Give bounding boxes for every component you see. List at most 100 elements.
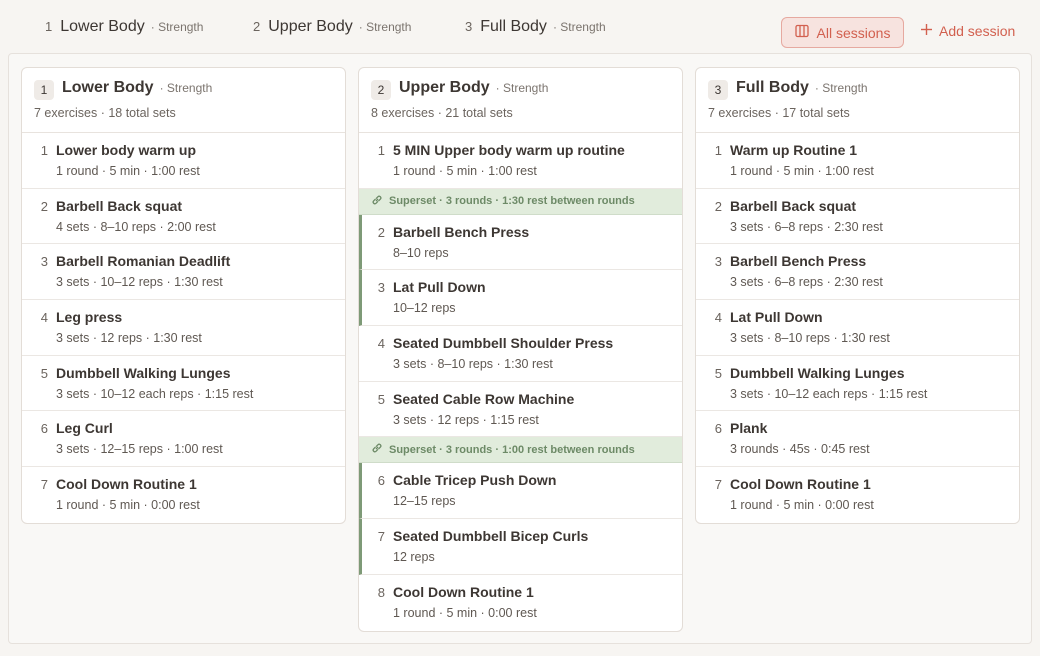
exercise-item[interactable]: 3 Barbell Romanian Deadlift 3 sets · 10–… <box>22 244 345 301</box>
session-number-badge: 3 <box>708 80 728 100</box>
exercise-item[interactable]: 1 Warm up Routine 1 1 round · 5 min · 1:… <box>696 133 1019 189</box>
superset-header[interactable]: Superset · 3 rounds · 1:00 rest between … <box>359 437 682 464</box>
exercise-number: 5 <box>714 365 722 381</box>
exercise-detail: 3 sets · 12–15 reps · 1:00 rest <box>56 442 223 457</box>
exercise-item[interactable]: 7 Cool Down Routine 1 1 round · 5 min · … <box>22 467 345 523</box>
exercise-detail: 1 round · 5 min · 1:00 rest <box>56 164 200 178</box>
session-stats: 7 exercises · 17 total sets <box>708 106 850 120</box>
exercise-number: 5 <box>377 391 385 407</box>
exercise-item[interactable]: 6 Cable Tricep Push Down 12–15 reps <box>359 463 682 520</box>
session-column-full-body: 3 Full Body · Strength 7 exercises · 17 t… <box>695 67 1020 524</box>
exercise-number: 2 <box>377 224 385 240</box>
exercise-detail: 3 sets · 10–12 each reps · 1:15 rest <box>730 386 928 401</box>
exercise-detail: 1 round · 5 min · 0:00 rest <box>56 498 200 513</box>
exercise-number: 3 <box>40 254 48 270</box>
session-tab-name: Upper Body <box>268 18 353 35</box>
exercise-number: 3 <box>377 280 385 296</box>
session-tab-lower-body[interactable]: 1 Lower Body · Strength <box>45 18 203 42</box>
exercise-number: 7 <box>377 529 385 545</box>
exercise-detail: 1 round · 5 min · 0:00 rest <box>393 605 537 620</box>
exercise-item[interactable]: 7 Seated Dumbbell Bicep Curls 12 reps <box>359 519 682 575</box>
link-icon <box>371 442 383 457</box>
all-sessions-button[interactable]: All sessions <box>781 17 904 48</box>
superset-label: Superset · 3 rounds · 1:00 rest between … <box>389 443 635 456</box>
session-tab-full-body[interactable]: 3 Full Body · Strength <box>465 18 606 42</box>
session-tab-name: Full Body <box>480 18 547 35</box>
exercise-detail: 3 sets · 10–12 reps · 1:30 rest <box>56 275 223 290</box>
exercise-item[interactable]: 5 Seated Cable Row Machine 3 sets · 12 r… <box>359 382 682 438</box>
all-sessions-label: All sessions <box>816 24 891 41</box>
exercise-name: Warm up Routine 1 <box>730 142 858 158</box>
exercise-number: 2 <box>714 198 722 214</box>
session-tab-type: · Strength <box>358 20 412 34</box>
exercise-name: Seated Dumbbell Bicep Curls <box>393 528 589 545</box>
exercise-number: 6 <box>40 421 48 437</box>
session-title-text: Upper Body <box>399 79 490 96</box>
exercise-item[interactable]: 2 Barbell Back squat 4 sets · 8–10 reps … <box>22 189 345 245</box>
exercise-name: Cable Tricep Push Down <box>393 472 557 489</box>
exercise-item[interactable]: 1 Lower body warm up 1 round · 5 min · 1… <box>22 133 345 189</box>
session-type: · Strength <box>495 81 549 95</box>
exercise-name: Lower body warm up <box>56 142 197 158</box>
exercise-name: Cool Down Routine 1 <box>393 583 534 600</box>
exercise-number: 4 <box>714 310 722 326</box>
session-column-header[interactable]: 1 Lower Body · Strength 7 exercises · 18 … <box>22 68 345 133</box>
exercise-item[interactable]: 3 Barbell Bench Press 3 sets · 6–8 reps … <box>696 244 1019 301</box>
exercise-item[interactable]: 4 Leg press 3 sets · 12 reps · 1:30 rest <box>22 300 345 356</box>
exercise-detail: 8–10 reps <box>393 245 449 260</box>
exercise-detail: 1 round · 5 min · 1:00 rest <box>393 164 537 178</box>
session-type: · Strength <box>159 81 213 95</box>
exercise-detail: 3 sets · 8–10 reps · 1:30 rest <box>393 357 553 372</box>
session-tab-number: 3 <box>465 19 473 34</box>
exercise-detail: 12 reps <box>393 550 435 565</box>
exercise-item[interactable]: 5 Dumbbell Walking Lunges 3 sets · 10–12… <box>696 356 1019 412</box>
exercise-name: Dumbbell Walking Lunges <box>730 364 905 381</box>
superset-header[interactable]: Superset · 3 rounds · 1:30 rest between … <box>359 188 682 215</box>
exercise-detail: 3 sets · 8–10 reps · 1:30 rest <box>730 331 890 346</box>
columns-icon <box>794 24 809 41</box>
exercise-number: 5 <box>40 365 48 381</box>
exercise-item[interactable]: 2 Barbell Bench Press 8–10 reps <box>359 214 682 271</box>
exercise-name: Barbell Back squat <box>56 197 183 214</box>
exercise-name: Leg press <box>56 309 123 326</box>
exercise-item[interactable]: 4 Lat Pull Down 3 sets · 8–10 reps · 1:3… <box>696 300 1019 356</box>
exercise-number: 6 <box>714 421 722 437</box>
exercise-detail: 3 sets · 6–8 reps · 2:30 rest <box>730 219 883 234</box>
session-column-header[interactable]: 3 Full Body · Strength 7 exercises · 17 t… <box>696 68 1019 133</box>
session-stats: 8 exercises · 21 total sets <box>371 106 513 120</box>
exercise-detail: 12–15 reps <box>393 494 456 509</box>
exercise-number: 6 <box>377 473 385 489</box>
exercise-detail: 3 sets · 6–8 reps · 2:30 rest <box>730 275 883 290</box>
exercise-name: Barbell Back squat <box>730 197 857 214</box>
exercise-item[interactable]: 8 Cool Down Routine 1 1 round · 5 min · … <box>359 575 682 631</box>
session-tab-upper-body[interactable]: 2 Upper Body · Strength <box>253 18 411 42</box>
superset-label: Superset · 3 rounds · 1:30 rest between … <box>389 195 635 208</box>
exercise-item[interactable]: 6 Plank 3 rounds · 45s · 0:45 rest <box>696 411 1019 468</box>
plus-icon <box>920 23 933 39</box>
exercise-item[interactable]: 5 Dumbbell Walking Lunges 3 sets · 10–12… <box>22 356 345 412</box>
exercise-name: Barbell Romanian Deadlift <box>56 253 231 270</box>
exercise-item[interactable]: 6 Leg Curl 3 sets · 12–15 reps · 1:00 re… <box>22 411 345 468</box>
exercise-item[interactable]: 7 Cool Down Routine 1 1 round · 5 min · … <box>696 467 1019 523</box>
exercise-number: 4 <box>40 310 48 326</box>
exercise-name: Seated Dumbbell Shoulder Press <box>393 335 614 352</box>
exercise-name: Seated Cable Row Machine <box>393 390 575 407</box>
add-session-button[interactable]: Add session <box>920 19 1015 43</box>
exercise-item[interactable]: 2 Barbell Back squat 3 sets · 6–8 reps ·… <box>696 189 1019 245</box>
exercise-name: Lat Pull Down <box>393 279 486 296</box>
session-tab-name: Lower Body <box>60 18 145 35</box>
link-icon <box>371 194 383 209</box>
exercise-item[interactable]: 4 Seated Dumbbell Shoulder Press 3 sets … <box>359 326 682 382</box>
session-column-lower-body: 1 Lower Body · Strength 7 exercises · 18 … <box>21 67 346 524</box>
exercise-number: 7 <box>40 477 48 493</box>
session-tab-number: 1 <box>45 19 53 34</box>
exercise-name: Cool Down Routine 1 <box>56 476 197 493</box>
exercise-item[interactable]: 3 Lat Pull Down 10–12 reps <box>359 270 682 327</box>
exercise-detail: 1 round · 5 min · 0:00 rest <box>730 498 874 513</box>
session-tab-type: · Strength <box>150 20 204 34</box>
exercise-number: 4 <box>377 336 385 352</box>
exercise-item[interactable]: 1 5 MIN Upper body warm up routine 1 rou… <box>359 133 682 189</box>
exercise-name: Plank <box>730 420 768 437</box>
session-column-header[interactable]: 2 Upper Body · Strength 8 exercises · 21 … <box>359 68 682 133</box>
session-title: Full Body · Strength <box>736 79 868 97</box>
